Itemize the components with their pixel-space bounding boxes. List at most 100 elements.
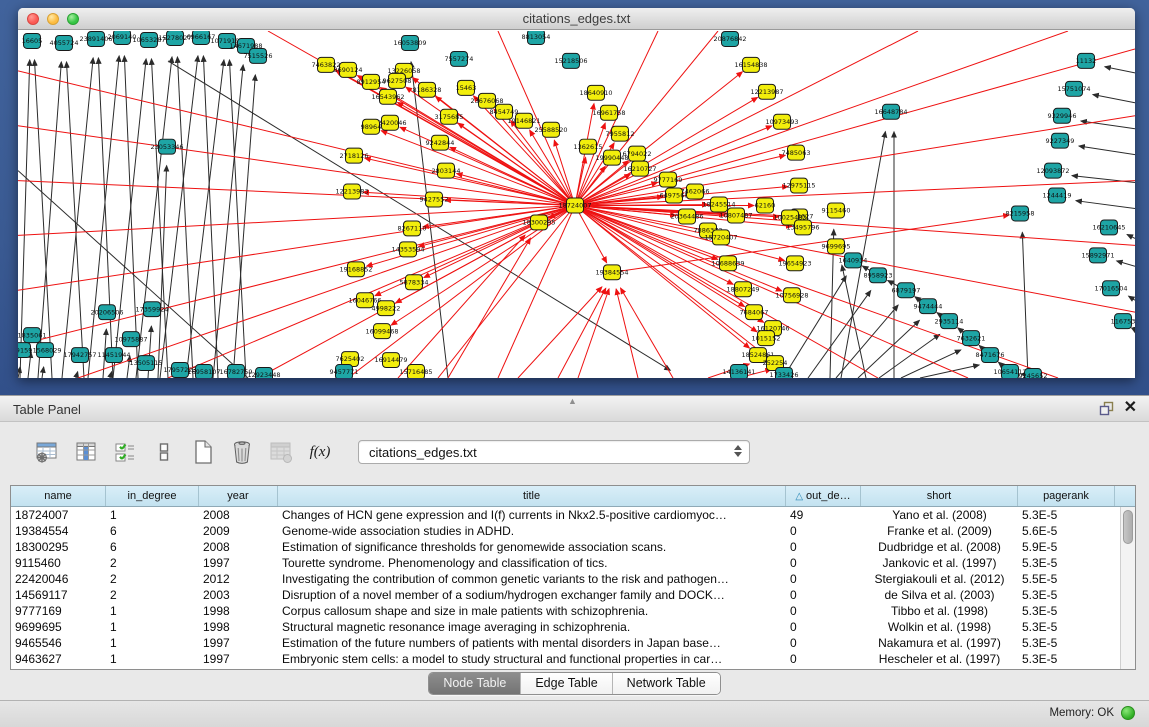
graph-node[interactable]: 10973493: [765, 114, 798, 129]
table-cell[interactable]: 1997: [199, 555, 278, 571]
graph-node[interactable]: 9227349: [1046, 133, 1075, 148]
graph-edge[interactable]: [1022, 232, 1028, 378]
graph-node[interactable]: 98964: [361, 119, 382, 134]
panel-splitter-handle[interactable]: ▲: [568, 396, 577, 406]
table-row[interactable]: 1938455462009Genome-wide association stu…: [11, 523, 1120, 539]
graph-edge[interactable]: [575, 205, 1135, 245]
graph-node[interactable]: 1244419: [1043, 188, 1072, 203]
table-cell[interactable]: 1: [106, 619, 199, 635]
table-mode-icon[interactable]: [34, 439, 60, 465]
table-cell[interactable]: 2008: [199, 539, 278, 555]
table-cell[interactable]: Changes of HCN gene expression and I(f) …: [278, 507, 786, 523]
graph-node[interactable]: 4055724: [50, 35, 79, 50]
graph-edge[interactable]: [18, 205, 575, 290]
column-header-year[interactable]: year: [199, 486, 278, 506]
graph-edge[interactable]: [1105, 67, 1135, 73]
table-cell[interactable]: Estimation of significance thresholds fo…: [278, 539, 786, 555]
table-cell[interactable]: Hescheler et al. (1997): [861, 651, 1018, 667]
graph-node[interactable]: 12213983: [335, 184, 368, 199]
float-panel-icon[interactable]: [1099, 401, 1114, 416]
graph-edge[interactable]: [616, 289, 638, 378]
table-cell[interactable]: 18724007: [11, 507, 106, 523]
table-cell[interactable]: 2003: [199, 587, 278, 603]
graph-node[interactable]: 9777169: [654, 172, 683, 187]
graph-node[interactable]: 16605: [22, 33, 43, 48]
column-header-short[interactable]: short: [861, 486, 1018, 506]
graph-edge[interactable]: [1127, 234, 1135, 238]
table-cell[interactable]: 49: [786, 507, 861, 523]
graph-node[interactable]: 11451944: [97, 348, 130, 363]
graph-node[interactable]: 19168852: [339, 262, 372, 277]
tab-edge-table[interactable]: Edge Table: [520, 673, 611, 694]
graph-node[interactable]: 15892971: [1081, 248, 1114, 263]
table-cell[interactable]: 0: [786, 523, 861, 539]
network-svg[interactable]: 1872400716605405572423891406206914010653…: [18, 31, 1135, 378]
row-height-icon[interactable]: [151, 439, 177, 465]
table-cell[interactable]: 5.3E-5: [1018, 619, 1115, 635]
table-cell[interactable]: Structural magnetic resonance image aver…: [278, 619, 786, 635]
graph-node[interactable]: 2935114: [935, 314, 964, 329]
graph-node[interactable]: 9474444: [914, 299, 943, 314]
table-cell[interactable]: Dudbridge et al. (2008): [861, 539, 1018, 555]
graph-node[interactable]: 11132: [1076, 53, 1097, 68]
graph-node[interactable]: 2718126: [340, 148, 369, 163]
table-cell[interactable]: 5.3E-5: [1018, 603, 1115, 619]
table-cell[interactable]: 9777169: [11, 603, 106, 619]
table-cell[interactable]: 1997: [199, 651, 278, 667]
table-row[interactable]: 946362711997Embryonic stem cells: a mode…: [11, 651, 1120, 667]
graph-edge[interactable]: [575, 205, 749, 348]
table-cell[interactable]: 0: [786, 587, 861, 603]
graph-edge[interactable]: [1093, 95, 1135, 103]
vertical-scrollbar[interactable]: [1120, 507, 1135, 669]
graph-node[interactable]: 17016504: [1094, 281, 1127, 296]
table-cell[interactable]: 6: [106, 523, 199, 539]
graph-edge[interactable]: [158, 166, 167, 378]
graph-edge[interactable]: [76, 372, 78, 378]
graph-node[interactable]: 19384554: [595, 265, 628, 280]
graph-edge[interactable]: [920, 365, 979, 378]
graph-edge[interactable]: [879, 334, 940, 378]
graph-edge[interactable]: [858, 320, 919, 378]
close-panel-icon[interactable]: ✕: [1124, 400, 1137, 416]
table-cell[interactable]: 9463627: [11, 651, 106, 667]
graph-edge[interactable]: [177, 57, 193, 378]
table-row[interactable]: 1872400712008Changes of HCN gene express…: [11, 507, 1120, 523]
graph-node[interactable]: 62160: [755, 198, 776, 213]
graph-edge[interactable]: [498, 205, 575, 378]
memory-ok-indicator-icon[interactable]: [1121, 706, 1135, 720]
table-cell[interactable]: 2: [106, 571, 199, 587]
table-row[interactable]: 2242004622012Investigating the contribut…: [11, 571, 1120, 587]
graph-node[interactable]: 2803144: [432, 163, 461, 178]
graph-edge[interactable]: [42, 367, 44, 378]
graph-node[interactable]: 3175685: [435, 109, 464, 124]
table-cell[interactable]: 5.3E-5: [1018, 651, 1115, 667]
function-builder-icon[interactable]: f(x): [307, 439, 333, 465]
table-cell[interactable]: 0: [786, 635, 861, 651]
graph-edge[interactable]: [518, 287, 602, 378]
graph-edge[interactable]: [18, 205, 575, 345]
graph-edge[interactable]: [836, 305, 898, 378]
graph-node[interactable]: 16961758: [592, 105, 625, 120]
table-cell[interactable]: Tourette syndrome. Phenomenology and cla…: [278, 555, 786, 571]
table-cell[interactable]: Franke et al. (2009): [861, 523, 1018, 539]
graph-edge[interactable]: [621, 288, 673, 378]
table-row[interactable]: 911546021997Tourette syndrome. Phenomeno…: [11, 555, 1120, 571]
graph-edge[interactable]: [1079, 146, 1135, 155]
graph-node[interactable]: 16053809: [393, 35, 426, 50]
table-cell[interactable]: de Silva et al. (2003): [861, 587, 1018, 603]
graph-node[interactable]: 9427552: [420, 192, 449, 207]
window-titlebar[interactable]: citations_edges.txt: [18, 8, 1135, 30]
graph-node[interactable]: 14136141: [722, 365, 755, 378]
graph-edge[interactable]: [398, 102, 575, 205]
graph-edge[interactable]: [578, 289, 609, 378]
table-cell[interactable]: 2012: [199, 571, 278, 587]
graph-node[interactable]: 12093872: [1036, 163, 1069, 178]
table-cell[interactable]: Disruption of a novel member of a sodium…: [278, 587, 786, 603]
table-row[interactable]: 1456911722003Disruption of a novel membe…: [11, 587, 1120, 603]
column-header-outde[interactable]: △out_de…: [786, 486, 861, 506]
graph-node[interactable]: 16099468: [365, 324, 398, 339]
graph-edge[interactable]: [98, 58, 113, 378]
graph-edge[interactable]: [18, 205, 575, 235]
graph-node[interactable]: 15751074: [1057, 81, 1090, 96]
table-cell[interactable]: 18300295: [11, 539, 106, 555]
